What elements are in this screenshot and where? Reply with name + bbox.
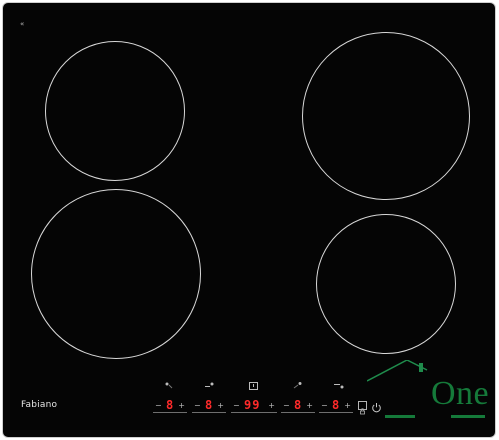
zone-selector-icon-4 xyxy=(333,381,345,391)
timer-icon xyxy=(248,381,260,391)
watermark-logo-text: One xyxy=(431,375,490,412)
cooking-zone-rear-left[interactable] xyxy=(45,41,185,181)
power-slider-3[interactable]: − 8 + xyxy=(281,398,315,413)
increase-button[interactable]: + xyxy=(306,400,313,412)
decrease-button[interactable]: − xyxy=(194,400,201,412)
power-level-display: 8 xyxy=(332,398,341,412)
cooking-zone-front-left[interactable] xyxy=(31,189,201,359)
zone-selector-icon-1 xyxy=(163,381,175,391)
timer-slider[interactable]: − 99 + xyxy=(231,398,277,413)
power-slider-1[interactable]: − 8 + xyxy=(153,398,187,413)
decrease-button[interactable]: − xyxy=(233,400,240,412)
cooktop-mark: « xyxy=(20,20,25,28)
zone-selector-icon-3 xyxy=(292,381,304,391)
power-level-display: 8 xyxy=(205,398,214,412)
increase-button[interactable]: + xyxy=(217,400,224,412)
lock-icon[interactable] xyxy=(358,401,367,415)
cooking-zone-front-right[interactable] xyxy=(316,214,456,354)
decrease-button[interactable]: − xyxy=(321,400,328,412)
brand-name: Fabiano xyxy=(21,400,58,410)
zone-selector-icon-2 xyxy=(204,381,216,391)
power-slider-2[interactable]: − 8 + xyxy=(192,398,226,413)
power-level-display: 8 xyxy=(294,398,303,412)
increase-button[interactable]: + xyxy=(178,400,185,412)
power-slider-4[interactable]: − 8 + xyxy=(319,398,353,413)
increase-button[interactable]: + xyxy=(344,400,351,412)
decrease-button[interactable]: − xyxy=(283,400,290,412)
power-level-display: 8 xyxy=(166,398,175,412)
cooking-zone-rear-right[interactable] xyxy=(302,32,470,200)
decrease-button[interactable]: − xyxy=(155,400,162,412)
increase-button[interactable]: + xyxy=(268,400,275,412)
timer-display: 99 xyxy=(244,398,261,412)
